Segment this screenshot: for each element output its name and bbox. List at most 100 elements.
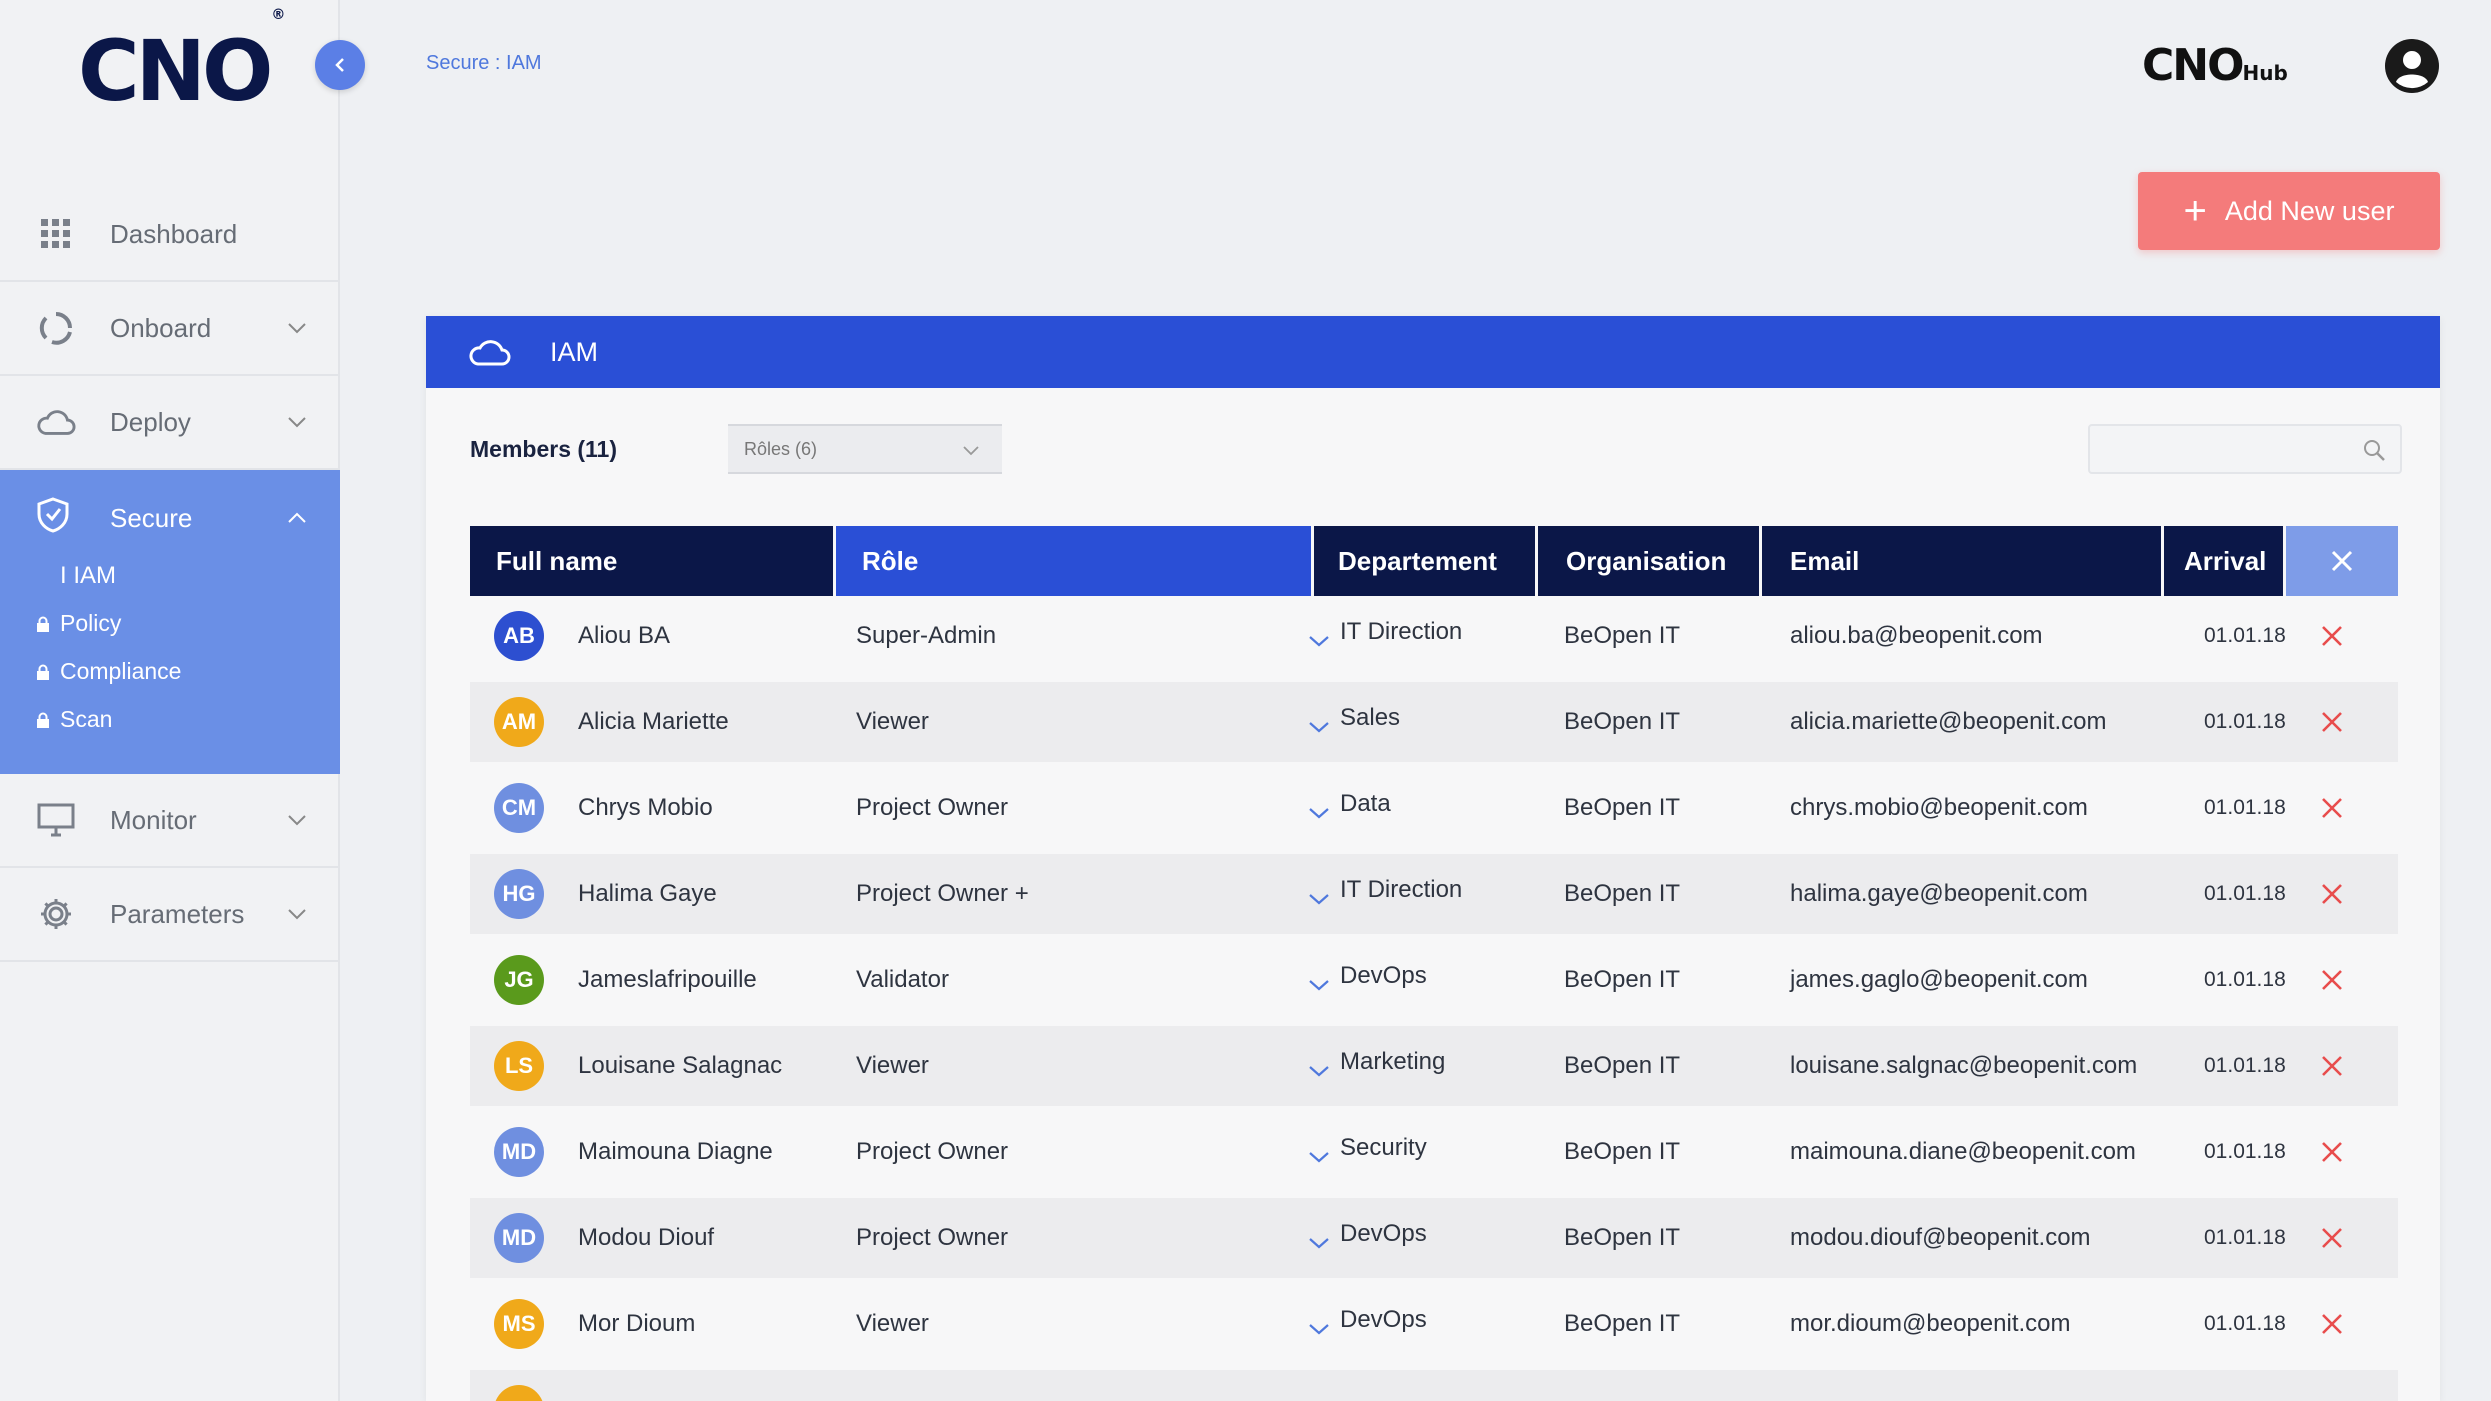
cell-role[interactable]: Viewer xyxy=(856,682,929,762)
cell-department: IT Direction xyxy=(1340,876,1463,903)
cell-organisation: BeOpen IT xyxy=(1564,1224,1681,1251)
cell-fullname: Aliou BA xyxy=(578,622,671,649)
table-row[interactable]: MD Modou Diouf Project Owner DevOps BeOp… xyxy=(470,1198,2398,1278)
chevron-down-icon[interactable] xyxy=(1308,1064,1330,1078)
table-row[interactable]: AM Alicia Mariette Viewer Sales BeOpen I… xyxy=(470,682,2398,762)
cell-email: maimouna.diane@beopenit.com xyxy=(1790,1138,2136,1165)
chevron-down-icon[interactable] xyxy=(1308,978,1330,992)
members-tab[interactable]: Members (11) xyxy=(470,436,617,463)
delete-icon[interactable] xyxy=(2320,624,2344,648)
table-header: Full name Rôle Departement Organisation … xyxy=(470,526,2398,596)
delete-icon[interactable] xyxy=(2320,1226,2344,1250)
breadcrumb[interactable]: Secure : IAM xyxy=(426,52,542,75)
add-new-user-button[interactable]: + Add New user xyxy=(2138,172,2440,250)
avatar: AM xyxy=(494,697,544,747)
delete-icon[interactable] xyxy=(2320,1054,2344,1078)
subitem-label: Scan xyxy=(60,706,113,732)
sidebar-item-parameters[interactable]: Parameters xyxy=(0,868,340,962)
avatar: JG xyxy=(494,955,544,1005)
cell-email: modou.diouf@beopenit.com xyxy=(1790,1224,2091,1251)
clear-all-button[interactable] xyxy=(2286,526,2398,596)
delete-icon[interactable] xyxy=(2320,710,2344,734)
chevron-up-icon xyxy=(288,512,306,523)
table-row[interactable]: AB Aliou BA Super-Admin IT Direction BeO… xyxy=(470,596,2398,676)
sidebar-item-deploy[interactable]: Deploy xyxy=(0,376,340,470)
sidebar-subitem-policy[interactable]: Policy xyxy=(36,610,121,637)
table-row[interactable]: CM Chrys Mobio Project Owner Data BeOpen… xyxy=(470,768,2398,848)
column-header-email[interactable]: Email xyxy=(1762,526,2164,596)
column-header-department[interactable]: Departement xyxy=(1314,526,1538,596)
chevron-down-icon[interactable] xyxy=(1308,1322,1330,1336)
chevron-down-icon[interactable] xyxy=(1308,1236,1330,1250)
lock-icon xyxy=(37,616,49,632)
chevron-down-icon[interactable] xyxy=(1308,1150,1330,1164)
column-header-organisation[interactable]: Organisation xyxy=(1538,526,1762,596)
sidebar-item-label: Secure xyxy=(110,502,193,533)
subitem-label: Policy xyxy=(60,610,122,636)
user-account-icon[interactable] xyxy=(2384,38,2440,94)
table-row[interactable] xyxy=(470,1370,2398,1401)
sidebar-subitem-iam[interactable]: I IAM xyxy=(60,562,116,590)
cell-department: Marketing xyxy=(1340,1048,1446,1075)
cno-hub-logo[interactable]: CNOHub xyxy=(2142,40,2288,91)
add-user-label: Add New user xyxy=(2224,195,2395,226)
table-row[interactable]: HG Halima Gaye Project Owner + IT Direct… xyxy=(470,854,2398,934)
column-header-fullname[interactable]: Full name xyxy=(470,526,836,596)
cell-role[interactable]: Project Owner xyxy=(856,1112,1008,1192)
table-row[interactable]: MS Mor Dioum Viewer DevOps BeOpen IT mor… xyxy=(470,1284,2398,1364)
table-row[interactable]: MD Maimouna Diagne Project Owner Securit… xyxy=(470,1112,2398,1192)
cell-arrival: 01.01.18 xyxy=(2204,1312,2286,1335)
close-icon xyxy=(2331,550,2353,572)
chevron-down-icon[interactable] xyxy=(1308,806,1330,820)
chevron-left-icon xyxy=(335,58,344,72)
cell-role[interactable]: Viewer xyxy=(856,1026,929,1106)
sidebar-item-label: Dashboard xyxy=(110,218,238,249)
search-icon[interactable] xyxy=(2362,438,2386,462)
table-row[interactable]: LS Louisane Salagnac Viewer Marketing Be… xyxy=(470,1026,2398,1106)
delete-icon[interactable] xyxy=(2320,796,2344,820)
cell-fullname: Chrys Mobio xyxy=(578,794,713,821)
lock-icon xyxy=(37,664,49,680)
search-input[interactable] xyxy=(2090,426,2340,472)
column-header-arrival[interactable]: Arrival xyxy=(2164,526,2286,596)
cell-role[interactable]: Project Owner xyxy=(856,768,1008,848)
cell-organisation: BeOpen IT xyxy=(1564,794,1681,821)
cell-role[interactable]: Super-Admin xyxy=(856,596,996,676)
cell-role[interactable]: Viewer xyxy=(856,1284,929,1364)
cno-logo[interactable]: CNO® xyxy=(78,7,285,120)
table-row[interactable]: JG Jameslafripouille Validator DevOps Be… xyxy=(470,940,2398,1020)
collapse-sidebar-button[interactable] xyxy=(315,40,365,90)
sidebar-subitem-scan[interactable]: Scan xyxy=(36,706,112,733)
column-header-role[interactable]: Rôle xyxy=(836,526,1314,596)
cell-email: chrys.mobio@beopenit.com xyxy=(1790,794,2088,821)
cell-organisation: BeOpen IT xyxy=(1564,966,1681,993)
cell-role[interactable]: Validator xyxy=(856,940,949,1020)
cell-department: Data xyxy=(1340,790,1391,817)
cell-role[interactable]: Project Owner + xyxy=(856,854,1029,934)
roles-dropdown[interactable]: Rôles (6) xyxy=(728,424,1002,474)
roles-dropdown-label: Rôles (6) xyxy=(744,438,818,459)
subitem-label: Compliance xyxy=(60,658,182,684)
cell-department: Security xyxy=(1340,1134,1427,1161)
chevron-down-icon xyxy=(288,815,306,826)
sidebar-item-secure[interactable]: Secure xyxy=(0,470,340,566)
chevron-down-icon[interactable] xyxy=(1308,634,1330,648)
cell-organisation: BeOpen IT xyxy=(1564,622,1681,649)
sidebar-item-onboard[interactable]: Onboard xyxy=(0,282,340,376)
sidebar-item-label: Parameters xyxy=(110,898,245,929)
delete-icon[interactable] xyxy=(2320,1312,2344,1336)
panel-header: IAM xyxy=(426,316,2440,388)
sidebar-item-dashboard[interactable]: Dashboard xyxy=(0,188,340,282)
sidebar-item-monitor[interactable]: Monitor xyxy=(0,774,340,868)
cell-fullname: Louisane Salagnac xyxy=(578,1052,783,1079)
sidebar-item-label: Monitor xyxy=(110,804,197,835)
cloud-icon xyxy=(36,402,76,442)
search-field[interactable] xyxy=(2088,424,2402,474)
chevron-down-icon[interactable] xyxy=(1308,720,1330,734)
delete-icon[interactable] xyxy=(2320,882,2344,906)
delete-icon[interactable] xyxy=(2320,968,2344,992)
chevron-down-icon[interactable] xyxy=(1308,892,1330,906)
cell-role[interactable]: Project Owner xyxy=(856,1198,1008,1278)
delete-icon[interactable] xyxy=(2320,1140,2344,1164)
sidebar-subitem-compliance[interactable]: Compliance xyxy=(36,658,181,685)
